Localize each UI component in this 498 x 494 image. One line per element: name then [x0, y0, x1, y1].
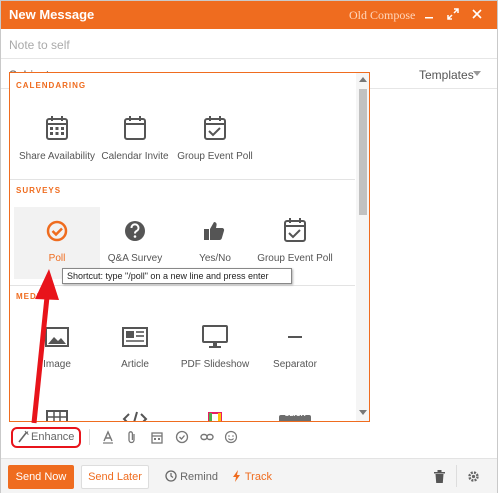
shortcut-tooltip: Shortcut: type "/poll" on a new line and… — [62, 268, 292, 284]
item-label: Separator — [273, 359, 317, 370]
divider — [10, 285, 355, 286]
lightning-icon — [233, 470, 240, 482]
toolbar-divider — [89, 429, 90, 445]
section-surveys: SURVEYS — [16, 186, 62, 195]
minimize-icon[interactable] — [421, 6, 437, 22]
enhance-button[interactable]: Enhance — [11, 427, 81, 448]
wand-icon — [17, 430, 29, 447]
chevron-down-icon — [473, 71, 481, 76]
send-now-button[interactable]: Send Now — [8, 465, 74, 489]
thumbs-up-icon — [172, 217, 258, 245]
emoji-icon[interactable] — [224, 430, 238, 444]
separator-icon — [252, 323, 338, 351]
colorful-doc-icon — [172, 401, 258, 421]
compose-window: New Message Old Compose Note to self Sub… — [0, 0, 498, 493]
gear-icon[interactable] — [467, 470, 480, 486]
paperclip-icon[interactable] — [125, 430, 139, 444]
title-bar: New Message Old Compose — [1, 1, 497, 29]
item-label: Group Event Poll — [177, 151, 253, 162]
circle-check-icon[interactable] — [175, 430, 189, 444]
popup-scrollbar[interactable] — [356, 73, 369, 421]
trash-icon[interactable] — [434, 470, 445, 486]
expand-icon[interactable] — [445, 6, 461, 22]
circle-check-icon — [14, 217, 100, 245]
scroll-up-icon[interactable] — [359, 77, 367, 82]
text-format-icon[interactable] — [101, 430, 115, 444]
monitor-icon — [172, 323, 258, 351]
item-group-event-poll[interactable]: Group Event Poll — [172, 105, 258, 177]
track-button[interactable]: Track — [232, 470, 272, 483]
templates-dropdown[interactable]: Templates — [419, 68, 474, 82]
item-article[interactable]: Article — [92, 313, 178, 385]
item-pdf-slideshow[interactable]: PDF Slideshow — [172, 313, 258, 385]
calendar-grid-icon — [14, 115, 100, 143]
calendar-icon — [92, 115, 178, 143]
scroll-down-icon[interactable] — [359, 410, 367, 415]
item-code[interactable] — [92, 391, 178, 421]
clock-icon — [165, 470, 177, 482]
table-icon — [14, 401, 100, 421]
item-calendar-invite[interactable]: Calendar Invite — [92, 105, 178, 177]
question-circle-icon — [92, 217, 178, 245]
window-title: New Message — [9, 7, 95, 22]
article-icon — [92, 323, 178, 351]
section-calendaring: CALENDARING — [16, 81, 87, 90]
remind-button[interactable]: Remind — [165, 470, 218, 483]
item-separator[interactable]: Separator — [252, 313, 338, 385]
item-label: Group Event Poll — [257, 253, 333, 264]
enhance-label: Enhance — [31, 431, 75, 443]
scroll-thumb[interactable] — [359, 89, 367, 215]
calendar-icon[interactable] — [150, 430, 164, 444]
send-later-button[interactable]: Send Later — [81, 465, 149, 489]
code-icon — [92, 401, 178, 421]
calendar-check-icon — [172, 115, 258, 143]
item-image[interactable]: Image — [14, 313, 100, 385]
calendar-check-icon — [252, 217, 338, 245]
to-field[interactable] — [1, 29, 497, 59]
image-icon — [14, 323, 100, 351]
link-icon[interactable] — [200, 430, 214, 444]
insert-popup: CALENDARING Share Availability Calendar … — [9, 72, 370, 422]
item-click-button[interactable]: CLICK — [252, 391, 338, 421]
old-compose-link[interactable]: Old Compose — [349, 8, 415, 23]
item-share-availability[interactable]: Share Availability — [14, 105, 100, 177]
click-badge-text: CLICK — [284, 411, 306, 418]
divider — [10, 179, 355, 180]
item-table[interactable] — [14, 391, 100, 421]
item-colorful[interactable] — [172, 391, 258, 421]
track-label: Track — [244, 471, 272, 483]
to-field-text: Note to self — [9, 38, 70, 52]
close-icon[interactable] — [469, 6, 485, 22]
remind-label: Remind — [180, 471, 218, 483]
footer-divider — [456, 465, 457, 487]
section-media: MEDIA — [16, 292, 47, 301]
